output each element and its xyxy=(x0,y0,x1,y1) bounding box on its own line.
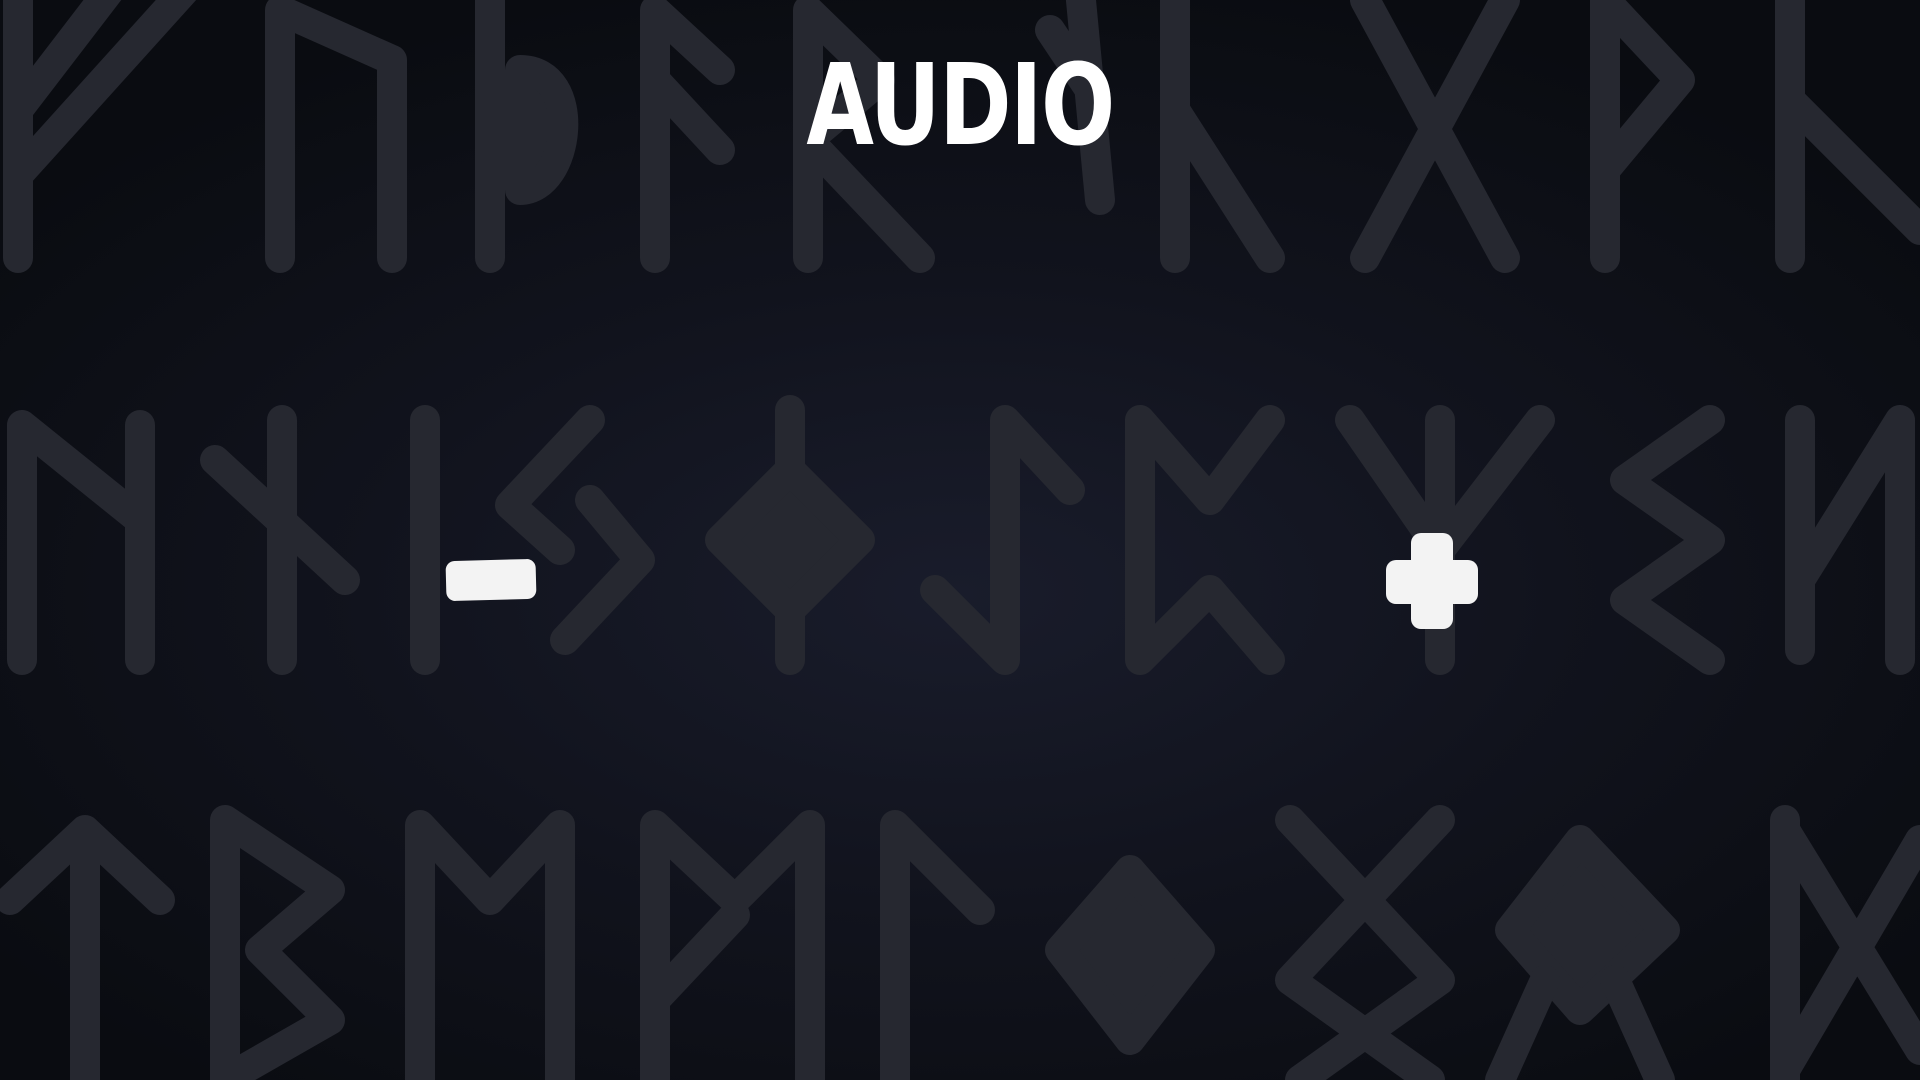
rune-mannaz-icon xyxy=(405,810,575,1080)
rune-othala-icon xyxy=(1275,805,1455,1080)
rune-hagalaz-icon xyxy=(7,410,155,675)
minus-icon xyxy=(445,558,537,602)
audio-settings-screen: AUDIO xyxy=(0,0,1920,1080)
rune-ingwaz-diamond-icon xyxy=(1045,855,1215,1055)
rune-nauthiz-icon xyxy=(200,405,360,675)
rune-nauthiz-variant-icon xyxy=(1785,405,1915,675)
rune-dagaz-icon xyxy=(640,810,825,1080)
rune-perthro-icon xyxy=(1125,405,1285,675)
rune-dagaz-edge-icon xyxy=(1770,805,1920,1080)
rune-ingwaz-icon xyxy=(705,395,875,675)
rune-eihwaz-icon xyxy=(920,405,1085,675)
rune-eihwaz-variant-icon xyxy=(1610,405,1725,675)
rune-fehu-icon xyxy=(3,0,197,273)
rune-laguz-variant-icon xyxy=(880,810,995,1080)
volume-down-button[interactable] xyxy=(436,540,546,620)
plus-icon-vertical-bar xyxy=(1411,533,1453,629)
page-title: AUDIO xyxy=(806,41,1115,171)
rune-hagalaz-icon xyxy=(1775,0,1920,273)
rune-othala-variant-icon xyxy=(1485,825,1680,1080)
rune-tiwaz-icon xyxy=(0,815,175,1080)
rune-berkano-icon xyxy=(210,805,345,1080)
volume-up-button[interactable] xyxy=(1374,525,1490,641)
